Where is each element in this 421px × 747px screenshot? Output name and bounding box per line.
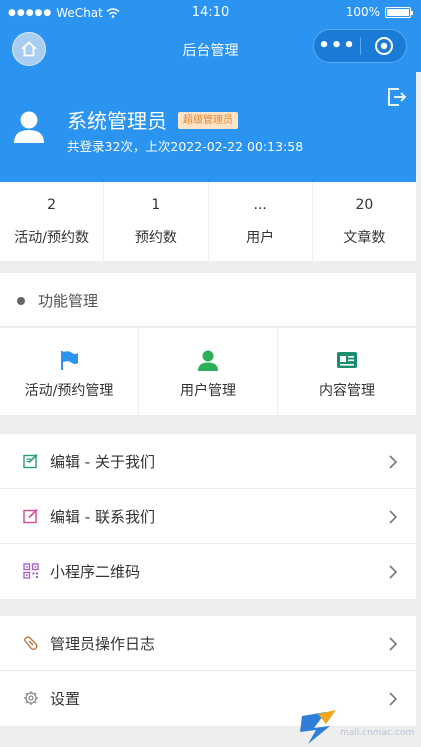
stat-label: 文章数 (343, 230, 386, 246)
stat-users[interactable]: ... 用户 (209, 182, 313, 261)
stat-articles[interactable]: 20 文章数 (313, 182, 416, 261)
stats-bar: 2 活动/预约数 1 预约数 ... 用户 20 文章数 (0, 182, 416, 261)
battery-percent: 100% (345, 5, 380, 19)
login-info: 共登录32次，上次2022-02-22 00:13:58 (67, 139, 304, 154)
function-grid: 活动/预约管理 用户管理 内容管理 (0, 328, 416, 415)
logout-icon[interactable] (386, 86, 408, 108)
profile-header: 系统管理员 超级管理员 共登录32次，上次2022-02-22 00:13:58 (0, 72, 416, 182)
section-title: 功能管理 (38, 292, 99, 310)
menu-item-qrcode[interactable]: 小程序二维码 (0, 544, 416, 599)
stat-value: 20 (355, 197, 374, 213)
menu-label: 编辑 - 关于我们 (50, 453, 155, 471)
menu-label: 编辑 - 联系我们 (50, 508, 155, 526)
qrcode-icon (23, 563, 39, 579)
stat-value: ... (253, 197, 267, 213)
edit-icon (23, 508, 38, 524)
admin-name: 系统管理员 (67, 109, 167, 133)
user-icon (198, 350, 218, 371)
stat-reservations[interactable]: 1 预约数 (104, 182, 209, 261)
menu-group-edit: 编辑 - 关于我们 编辑 - 联系我们 小程序二维码 (0, 434, 416, 599)
bullet-icon (17, 297, 25, 305)
function-section-header: 功能管理 (0, 273, 416, 327)
menu-label: 设置 (50, 690, 81, 708)
menu-item-settings[interactable]: 设置 (0, 671, 416, 726)
mini-program-capsule: ••• (313, 29, 407, 63)
function-label: 用户管理 (180, 383, 236, 399)
stat-label: 用户 (246, 230, 275, 246)
function-content-management[interactable]: 内容管理 (278, 328, 416, 415)
id-card-icon (337, 352, 357, 368)
stat-activities[interactable]: 2 活动/预约数 (0, 182, 105, 261)
menu-item-admin-log[interactable]: 管理员操作日志 (0, 616, 416, 671)
menu-group-system: 管理员操作日志 设置 (0, 616, 416, 726)
avatar-icon (14, 111, 44, 143)
chevron-right-icon (389, 692, 398, 706)
log-icon (24, 636, 38, 650)
role-badge: 超级管理员 (178, 112, 238, 129)
menu-label: 管理员操作日志 (50, 635, 156, 653)
status-bar: ●●●●● WeChat 14:10 100% (0, 0, 421, 27)
chevron-right-icon (389, 565, 398, 579)
more-button[interactable]: ••• (314, 31, 360, 61)
chevron-right-icon (389, 637, 398, 651)
function-label: 内容管理 (319, 383, 375, 399)
function-label: 活动/预约管理 (24, 383, 114, 399)
watermark-logo-icon (300, 710, 336, 744)
battery-icon (385, 6, 413, 18)
stat-label: 预约数 (134, 230, 177, 246)
menu-item-edit-contact[interactable]: 编辑 - 联系我们 (0, 489, 416, 544)
function-activity-management[interactable]: 活动/预约管理 (0, 328, 139, 415)
close-button[interactable] (361, 36, 406, 56)
function-user-management[interactable]: 用户管理 (139, 328, 278, 415)
target-icon (374, 37, 393, 55)
flag-icon (61, 351, 78, 370)
menu-label: 小程序二维码 (50, 563, 141, 581)
chevron-right-icon (389, 455, 398, 469)
nav-bar: 后台管理 ••• (0, 27, 421, 72)
stat-value: 2 (47, 197, 57, 213)
stat-value: 1 (151, 197, 161, 213)
stat-label: 活动/预约数 (14, 230, 89, 246)
gear-icon (24, 691, 38, 705)
chevron-right-icon (389, 510, 398, 524)
watermark-text: mall.cnmac.com (340, 728, 415, 738)
menu-item-edit-about[interactable]: 编辑 - 关于我们 (0, 434, 416, 489)
edit-icon (23, 453, 38, 469)
